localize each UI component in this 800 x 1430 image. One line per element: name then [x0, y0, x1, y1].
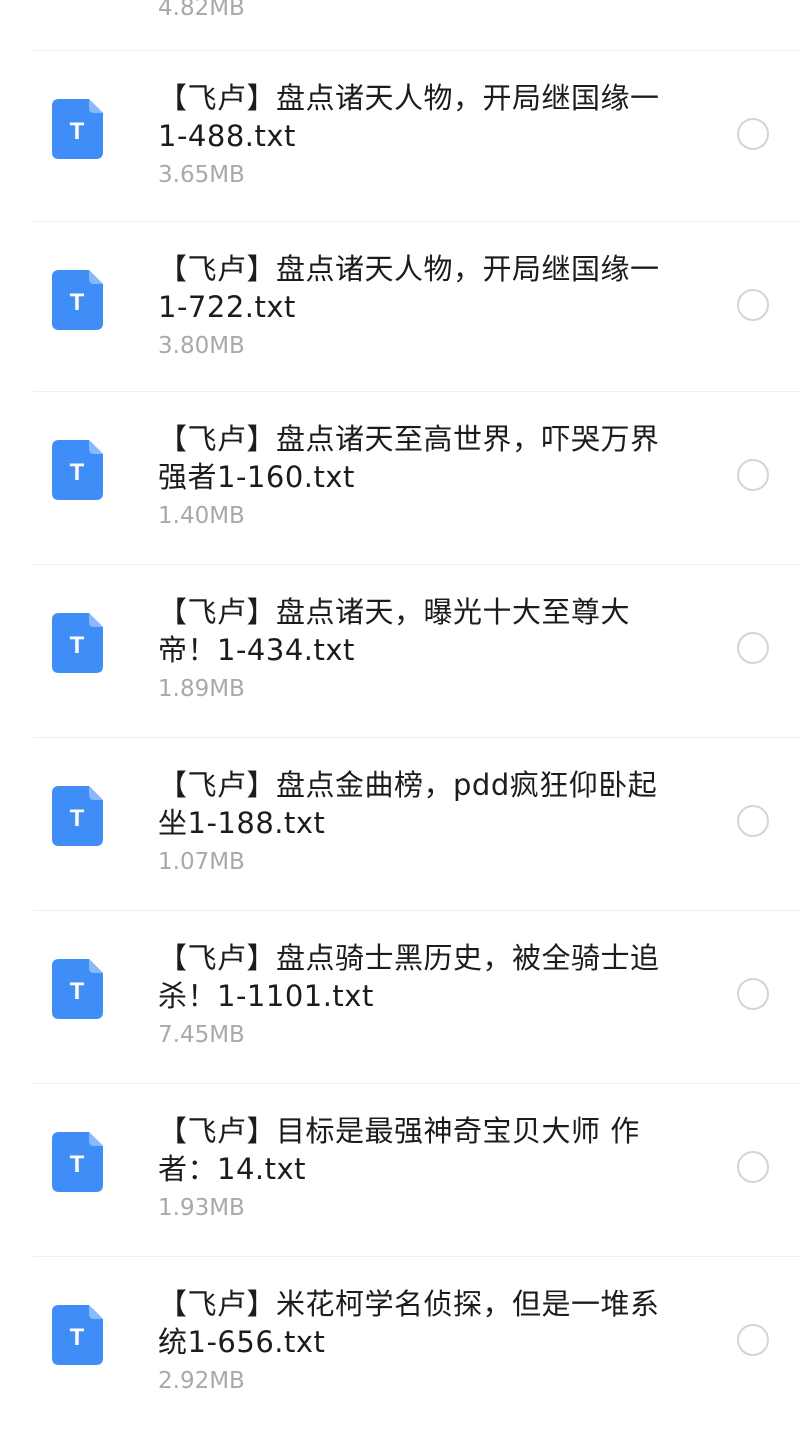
- file-size: 3.80MB: [158, 333, 245, 359]
- txt-file-icon: T: [52, 1132, 103, 1192]
- file-size: 7.45MB: [158, 1022, 245, 1048]
- svg-text:T: T: [70, 632, 85, 659]
- select-radio[interactable]: [737, 632, 769, 664]
- file-row[interactable]: T 【飞卢】盘点诸天人物，开局继国缘一 1-722.txt 3.80MB: [0, 222, 800, 394]
- file-size: 1.93MB: [158, 1195, 245, 1221]
- file-list: 4.82MB T 【飞卢】盘点诸天人物，开局继国缘一 1-488.txt 3.6…: [0, 0, 800, 1430]
- file-name: 【飞卢】盘点诸天，曝光十大至尊大 帝！1-434.txt: [158, 595, 631, 667]
- file-name: 【飞卢】盘点诸天人物，开局继国缘一 1-722.txt: [158, 252, 660, 324]
- txt-file-icon: T: [52, 270, 103, 330]
- select-radio[interactable]: [737, 805, 769, 837]
- select-radio[interactable]: [737, 118, 769, 150]
- file-row[interactable]: T 【飞卢】盘点诸天至高世界，吓哭万界 强者1-160.txt 1.40MB: [0, 392, 800, 564]
- file-row[interactable]: T 【飞卢】米花柯学名侦探，但是一堆系 统1-656.txt 2.92MB: [0, 1257, 800, 1429]
- svg-text:T: T: [70, 978, 85, 1005]
- svg-text:T: T: [70, 118, 85, 145]
- file-size: 1.89MB: [158, 676, 245, 702]
- txt-file-icon: T: [52, 786, 103, 846]
- svg-text:T: T: [70, 1324, 85, 1351]
- file-size: 1.40MB: [158, 503, 245, 529]
- file-row[interactable]: T 【飞卢】盘点骑士黑历史，被全骑士追 杀！1-1101.txt 7.45MB: [0, 911, 800, 1083]
- file-size: 2.92MB: [158, 1368, 245, 1394]
- file-row[interactable]: T 【飞卢】目标是最强神奇宝贝大师 作 者：14.txt 1.93MB: [0, 1084, 800, 1256]
- file-row[interactable]: T 【飞卢】盘点诸天，曝光十大至尊大 帝！1-434.txt 1.89MB: [0, 565, 800, 737]
- select-radio[interactable]: [737, 1151, 769, 1183]
- txt-file-icon: T: [52, 440, 103, 500]
- txt-file-icon: T: [52, 959, 103, 1019]
- file-name: 【飞卢】米花柯学名侦探，但是一堆系 统1-656.txt: [158, 1287, 660, 1359]
- select-radio[interactable]: [737, 978, 769, 1010]
- file-size: 1.07MB: [158, 849, 245, 875]
- file-size: 4.82MB: [158, 0, 245, 21]
- file-size: 3.65MB: [158, 162, 245, 188]
- select-radio[interactable]: [737, 289, 769, 321]
- file-row[interactable]: T 【飞卢】盘点金曲榜，pdd疯狂仰卧起 坐1-188.txt 1.07MB: [0, 738, 800, 910]
- svg-text:T: T: [70, 459, 85, 486]
- file-row[interactable]: T 【飞卢】盘点诸天人物，开局继国缘一 1-488.txt 3.65MB: [0, 51, 800, 223]
- svg-text:T: T: [70, 289, 85, 316]
- select-radio[interactable]: [737, 459, 769, 491]
- file-name: 【飞卢】目标是最强神奇宝贝大师 作 者：14.txt: [158, 1114, 640, 1186]
- file-name: 【飞卢】盘点诸天人物，开局继国缘一 1-488.txt: [158, 81, 660, 153]
- txt-file-icon: T: [52, 99, 103, 159]
- svg-text:T: T: [70, 805, 85, 832]
- file-name: 【飞卢】盘点诸天至高世界，吓哭万界 强者1-160.txt: [158, 422, 660, 494]
- file-name: 【飞卢】盘点骑士黑历史，被全骑士追 杀！1-1101.txt: [158, 941, 660, 1013]
- txt-file-icon: T: [52, 1305, 103, 1365]
- select-radio[interactable]: [737, 1324, 769, 1356]
- txt-file-icon: T: [52, 613, 103, 673]
- file-name: 【飞卢】盘点金曲榜，pdd疯狂仰卧起 坐1-188.txt: [158, 768, 658, 840]
- svg-text:T: T: [70, 1151, 85, 1178]
